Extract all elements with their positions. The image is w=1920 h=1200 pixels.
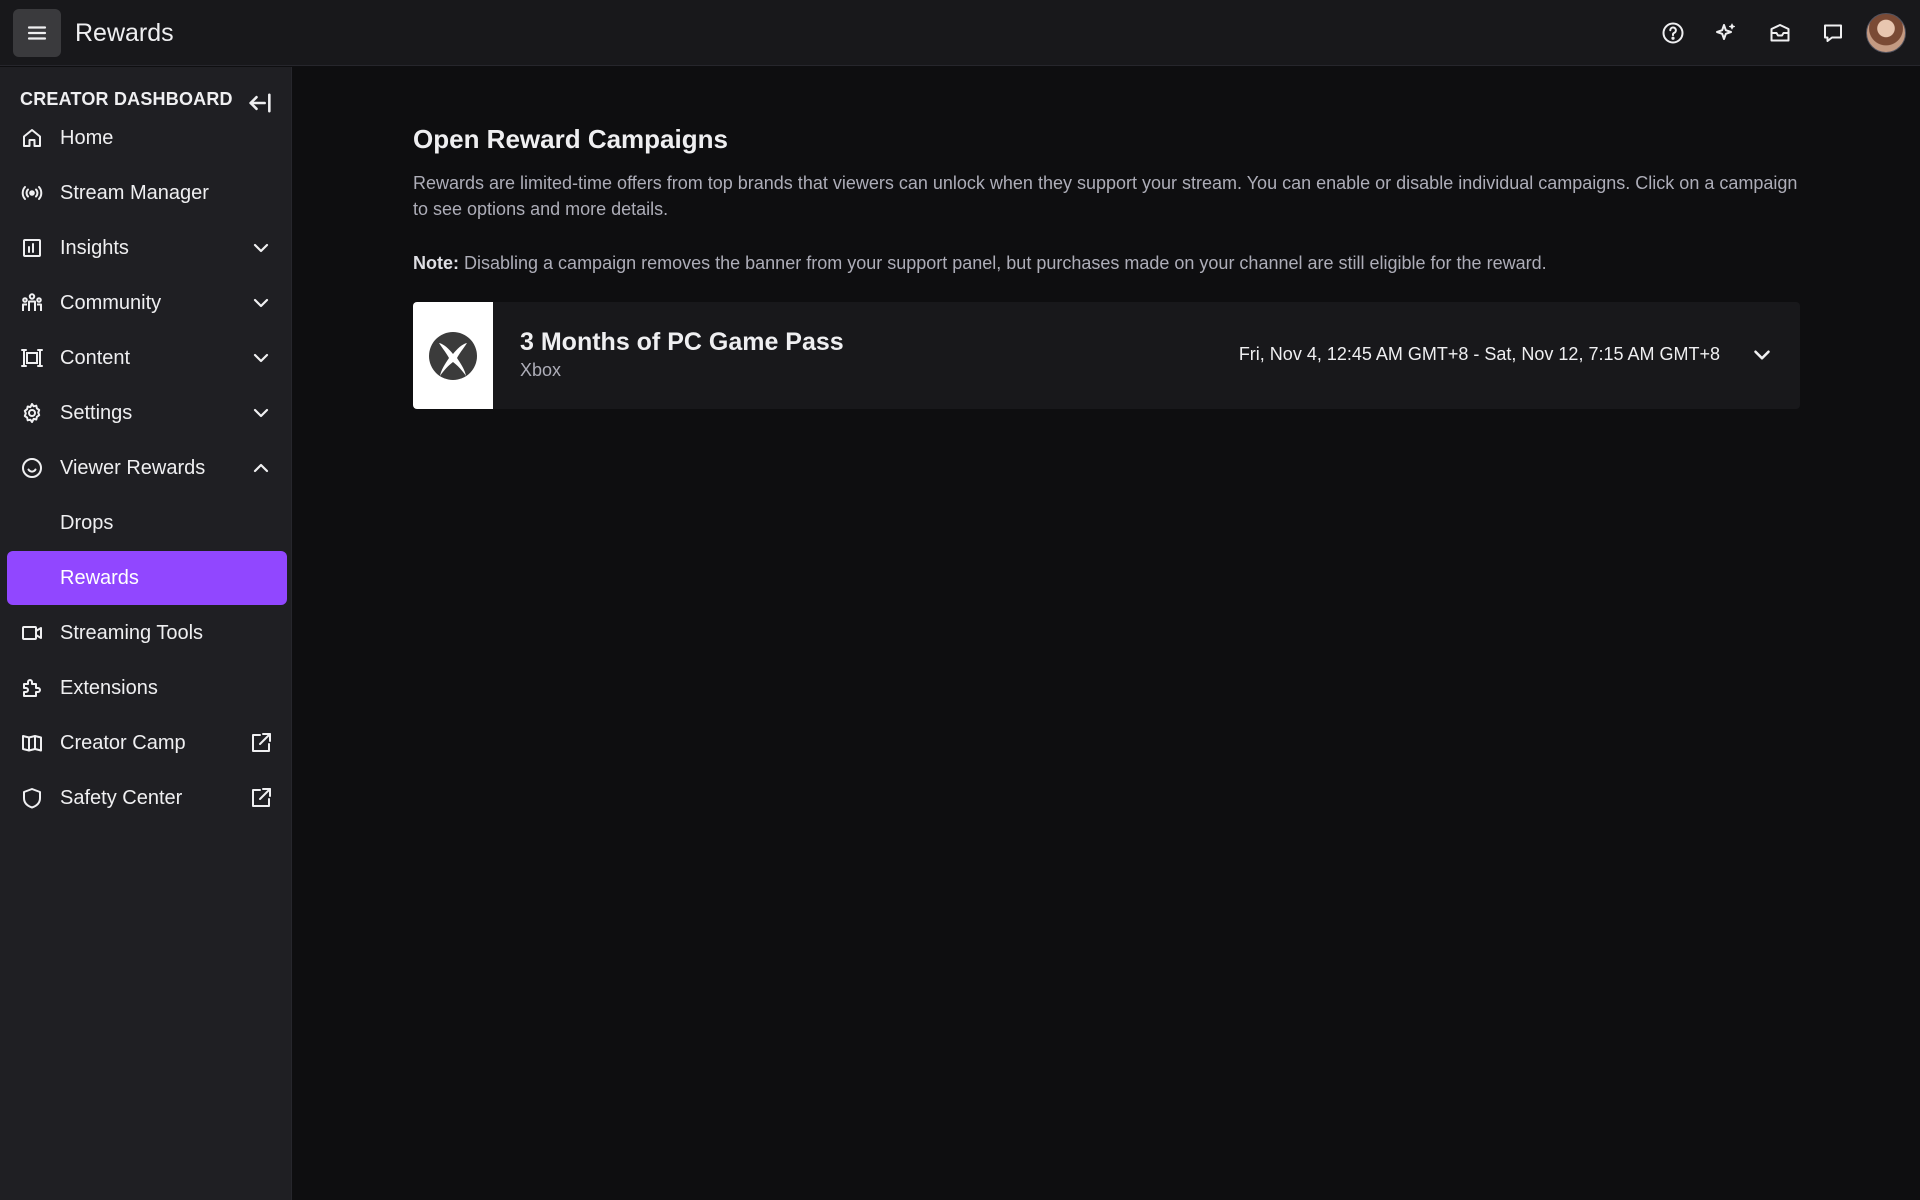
sidebar-item-label: Insights bbox=[60, 237, 129, 259]
sidebar-item-drops[interactable]: Drops bbox=[7, 496, 287, 550]
sparkle-button[interactable] bbox=[1710, 17, 1742, 49]
home-icon bbox=[23, 129, 41, 147]
avatar[interactable] bbox=[1866, 13, 1906, 53]
page-header-title: Rewards bbox=[75, 19, 174, 47]
page-title: Open Reward Campaigns bbox=[413, 124, 728, 154]
chevron-down-icon bbox=[253, 353, 269, 363]
sidebar-item-label: Stream Manager bbox=[60, 182, 209, 204]
sidebar-item-label: Home bbox=[60, 127, 114, 149]
page-note: Note: Disabling a campaign removes the b… bbox=[413, 250, 1813, 276]
sidebar-item-community[interactable]: Community bbox=[7, 276, 287, 330]
chevron-down-icon bbox=[253, 408, 269, 418]
sidebar-item-stream-manager[interactable]: Stream Manager bbox=[7, 166, 287, 220]
help-button[interactable] bbox=[1657, 17, 1689, 49]
whispers-icon bbox=[1824, 24, 1842, 42]
sidebar-item-insights[interactable]: Insights bbox=[7, 221, 287, 275]
note-label: Note: bbox=[413, 253, 459, 273]
sidebar-item-content[interactable]: Content bbox=[7, 331, 287, 385]
help-icon bbox=[1662, 22, 1684, 44]
inbox-icon bbox=[1770, 24, 1790, 42]
sidebar: CREATOR DASHBOARD Home Stream Manager In… bbox=[0, 67, 292, 1200]
sidebar-item-streaming-tools[interactable]: Streaming Tools bbox=[7, 606, 287, 660]
xbox-logo-icon bbox=[429, 331, 477, 380]
main-content: Open Reward Campaigns Rewards are limite… bbox=[293, 67, 1920, 1200]
sidebar-item-safety-center[interactable]: Safety Center bbox=[7, 771, 287, 825]
camera-icon bbox=[22, 626, 42, 640]
menu-button[interactable] bbox=[13, 9, 61, 57]
external-link-icon bbox=[252, 733, 271, 752]
stream-icon bbox=[21, 186, 43, 200]
book-icon bbox=[22, 735, 42, 752]
sidebar-item-label: Safety Center bbox=[60, 787, 183, 809]
sidebar-item-label: Settings bbox=[60, 402, 133, 424]
sidebar-item-settings[interactable]: Settings bbox=[7, 386, 287, 440]
smile-icon bbox=[22, 458, 42, 478]
sidebar-item-label: Viewer Rewards bbox=[60, 457, 206, 479]
insights-icon bbox=[23, 239, 41, 257]
content-icon bbox=[21, 349, 43, 367]
chevron-down-icon[interactable] bbox=[1749, 342, 1775, 368]
shield-icon bbox=[23, 788, 41, 809]
puzzle-icon bbox=[23, 679, 41, 697]
sidebar-item-label: Creator Camp bbox=[60, 732, 186, 754]
external-link-icon bbox=[252, 788, 271, 807]
chevron-up-icon bbox=[253, 463, 269, 473]
sidebar-item-label: Drops bbox=[60, 512, 114, 534]
sidebar-item-creator-camp[interactable]: Creator Camp bbox=[7, 716, 287, 770]
chevron-down-icon bbox=[253, 298, 269, 308]
sidebar-item-label: Rewards bbox=[60, 567, 139, 589]
campaign-logo bbox=[413, 302, 493, 409]
sidebar-item-label: Extensions bbox=[60, 677, 158, 699]
note-text: Disabling a campaign removes the banner … bbox=[459, 253, 1547, 273]
sidebar-item-label: Streaming Tools bbox=[60, 622, 204, 644]
sidebar-header: CREATOR DASHBOARD bbox=[20, 89, 233, 109]
inbox-button[interactable] bbox=[1764, 17, 1796, 49]
sidebar-item-label: Content bbox=[60, 347, 131, 369]
campaign-brand: Xbox bbox=[520, 360, 562, 380]
sparkle-icon bbox=[1716, 23, 1735, 40]
sidebar-item-home[interactable]: Home bbox=[7, 111, 287, 165]
hamburger-icon bbox=[27, 26, 47, 40]
campaign-title: 3 Months of PC Game Pass bbox=[520, 328, 844, 356]
page-description: Rewards are limited-time offers from top… bbox=[413, 173, 1798, 219]
campaign-card[interactable]: 3 Months of PC Game Pass Xbox Fri, Nov 4… bbox=[413, 302, 1800, 409]
sidebar-item-label: Community bbox=[60, 292, 162, 314]
campaign-dates: Fri, Nov 4, 12:45 AM GMT+8 - Sat, Nov 12… bbox=[1238, 344, 1720, 364]
sidebar-item-extensions[interactable]: Extensions bbox=[7, 661, 287, 715]
whispers-button[interactable] bbox=[1817, 17, 1849, 49]
sidebar-item-viewer-rewards[interactable]: Viewer Rewards bbox=[7, 441, 287, 495]
community-icon bbox=[22, 293, 42, 311]
gear-icon bbox=[23, 403, 41, 423]
sidebar-item-rewards[interactable]: Rewards bbox=[7, 551, 287, 605]
top-bar: Rewards bbox=[0, 0, 1920, 66]
chevron-down-icon bbox=[253, 243, 269, 253]
